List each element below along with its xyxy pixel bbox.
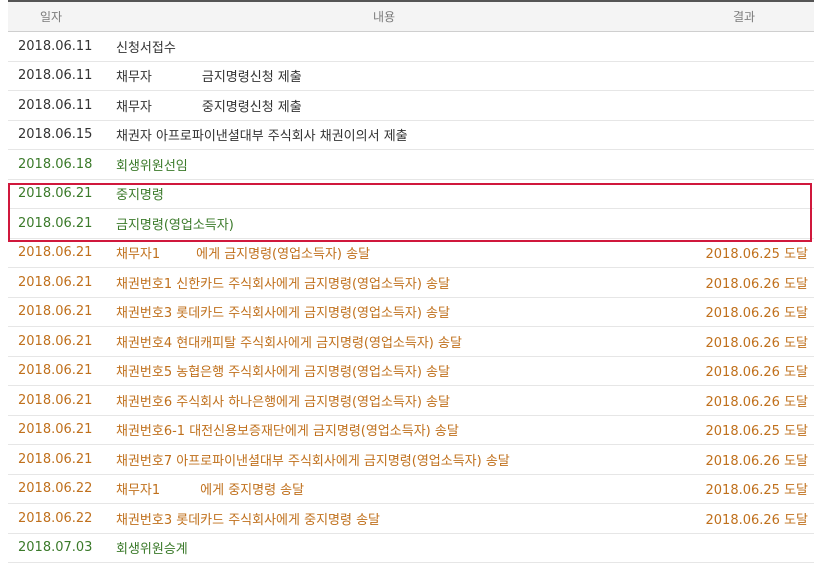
table-row-highlighted: 2018.06.21 중지명령 xyxy=(8,180,814,209)
table-header: 일자 내용 결과 xyxy=(8,0,814,32)
row-content-text: 채무자 xyxy=(116,99,152,115)
header-content: 내용 xyxy=(372,10,396,24)
row-date: 2018.06.11 xyxy=(18,97,93,113)
row-content: 채무자 중지명령신청 제출 xyxy=(116,96,674,115)
row-content-suffix: 에게 중지명령 송달 xyxy=(200,483,305,499)
row-content: 채무자1 에게 금지명령(영업소득자) 송달 xyxy=(116,243,674,262)
row-content: 채권번호5 농협은행 주식회사에게 금지명령(영업소득자) 송달 xyxy=(116,361,674,380)
row-date: 2018.06.21 xyxy=(18,186,93,202)
row-result: 2018.06.26 도달 xyxy=(705,306,809,322)
row-content-text: 회생위원승계 xyxy=(116,542,188,558)
row-date: 2018.06.18 xyxy=(18,156,93,172)
row-content-text: 채권번호6-1 대전신용보증재단에게 금지명령(영업소득자) 송달 xyxy=(116,424,459,440)
table-row: 2018.06.22 채무자1 에게 중지명령 송달 2018.06.25 도달 xyxy=(8,475,814,504)
table-row: 2018.07.03 회생위원승계 xyxy=(8,534,814,563)
row-content: 회생위원승계 xyxy=(116,538,674,557)
row-content-text: 채권번호4 현대캐피탈 주식회사에게 금지명령(영업소득자) 송달 xyxy=(116,335,462,351)
row-content-text: 중지명령 xyxy=(116,188,164,204)
row-content: 채권자 아프로파이낸셜대부 주식회사 채권이의서 제출 xyxy=(116,125,674,144)
table-row: 2018.06.11 채무자 중지명령신청 제출 xyxy=(8,91,814,121)
table-row: 2018.06.22 채권번호3 롯데카드 주식회사에게 중지명령 송달 201… xyxy=(8,504,814,534)
row-date: 2018.06.21 xyxy=(18,451,93,467)
row-date: 2018.06.21 xyxy=(18,333,93,349)
row-content: 채무자1 에게 중지명령 송달 xyxy=(116,479,674,498)
table-row: 2018.06.18 회생위원선임 xyxy=(8,150,814,180)
header-result: 결과 xyxy=(732,10,756,24)
table-row: 2018.06.15 채권자 아프로파이낸셜대부 주식회사 채권이의서 제출 xyxy=(8,121,814,150)
row-result: 2018.06.25 도달 xyxy=(705,247,809,263)
row-content: 채권번호7 아프로파이낸셜대부 주식회사에게 금지명령(영업소득자) 송달 xyxy=(116,450,674,469)
row-date: 2018.06.21 xyxy=(18,422,93,438)
row-content-text: 신청서접수 xyxy=(116,40,176,56)
row-content-suffix: 금지명령신청 제출 xyxy=(201,70,302,86)
header-date: 일자 xyxy=(39,10,63,24)
row-content-text: 채무자1 xyxy=(116,483,161,499)
row-date: 2018.06.21 xyxy=(18,215,93,231)
row-content-text: 회생위원선임 xyxy=(116,158,188,174)
row-content-text: 채권번호6 주식회사 하나은행에게 금지명령(영업소득자) 송달 xyxy=(116,394,450,410)
table-row: 2018.06.11 신청서접수 xyxy=(8,32,814,62)
table-row: 2018.06.21 채권번호3 롯데카드 주식회사에게 금지명령(영업소득자)… xyxy=(8,298,814,327)
row-content: 금지명령(영업소득자) xyxy=(116,214,674,233)
table-row-highlighted: 2018.06.21 금지명령(영업소득자) xyxy=(8,209,814,239)
row-result: 2018.06.26 도달 xyxy=(705,453,809,469)
row-content-suffix: 에게 금지명령(영업소득자) 송달 xyxy=(196,247,371,263)
row-content-text: 채권번호7 아프로파이낸셜대부 주식회사에게 금지명령(영업소득자) 송달 xyxy=(116,453,510,469)
row-content-text: 채무자1 xyxy=(116,247,161,263)
row-result: 2018.06.26 도달 xyxy=(705,512,809,528)
table-row: 2018.06.21 채권번호4 현대캐피탈 주식회사에게 금지명령(영업소득자… xyxy=(8,327,814,357)
row-content: 중지명령 xyxy=(116,184,674,203)
table-row: 2018.06.21 채권번호5 농협은행 주식회사에게 금지명령(영업소득자)… xyxy=(8,357,814,386)
row-content-text: 채권자 아프로파이낸셜대부 주식회사 채권이의서 제출 xyxy=(116,129,408,145)
row-date: 2018.06.21 xyxy=(18,363,93,379)
table-row: 2018.06.21 채권번호1 신한카드 주식회사에게 금지명령(영업소득자)… xyxy=(8,268,814,298)
row-content-text: 채권번호1 신한카드 주식회사에게 금지명령(영업소득자) 송달 xyxy=(116,276,450,292)
table-row: 2018.06.11 채무자 금지명령신청 제출 xyxy=(8,62,814,91)
table-row: 2018.06.21 채권번호6-1 대전신용보증재단에게 금지명령(영업소득자… xyxy=(8,416,814,445)
row-date: 2018.06.21 xyxy=(18,304,93,320)
row-date: 2018.06.22 xyxy=(18,481,93,497)
table-row: 2018.06.21 채무자1 에게 금지명령(영업소득자) 송달 2018.06… xyxy=(8,239,814,268)
row-content: 채권번호1 신한카드 주식회사에게 금지명령(영업소득자) 송달 xyxy=(116,273,674,292)
row-content-text: 채권번호3 롯데카드 주식회사에게 금지명령(영업소득자) 송달 xyxy=(116,306,450,322)
row-date: 2018.07.03 xyxy=(18,540,93,556)
row-result: 2018.06.25 도달 xyxy=(705,483,809,499)
row-content: 회생위원선임 xyxy=(116,155,674,174)
case-progress-table: 일자 내용 결과 2018.06.11 신청서접수 2018.06.11 채무자… xyxy=(8,0,814,563)
row-result: 2018.06.26 도달 xyxy=(705,365,809,381)
row-content: 채권번호4 현대캐피탈 주식회사에게 금지명령(영업소득자) 송달 xyxy=(116,332,674,351)
row-content: 채무자 금지명령신청 제출 xyxy=(116,66,674,85)
row-content-text: 채무자 xyxy=(116,70,152,86)
table-row: 2018.06.21 채권번호7 아프로파이낸셜대부 주식회사에게 금지명령(영… xyxy=(8,445,814,475)
row-content-text: 금지명령(영업소득자) xyxy=(116,217,234,233)
row-result: 2018.06.26 도달 xyxy=(705,335,809,351)
row-content: 채권번호6 주식회사 하나은행에게 금지명령(영업소득자) 송달 xyxy=(116,391,674,410)
row-content: 채권번호3 롯데카드 주식회사에게 중지명령 송달 xyxy=(116,509,674,528)
row-result: 2018.06.26 도달 xyxy=(705,394,809,410)
row-content: 채권번호6-1 대전신용보증재단에게 금지명령(영업소득자) 송달 xyxy=(116,420,674,439)
row-date: 2018.06.21 xyxy=(18,392,93,408)
row-date: 2018.06.21 xyxy=(18,274,93,290)
row-date: 2018.06.11 xyxy=(18,68,93,84)
row-result: 2018.06.25 도달 xyxy=(705,424,809,440)
row-date: 2018.06.15 xyxy=(18,127,93,143)
row-content-text: 채권번호5 농협은행 주식회사에게 금지명령(영업소득자) 송달 xyxy=(116,365,450,381)
row-result: 2018.06.26 도달 xyxy=(705,276,809,292)
row-date: 2018.06.11 xyxy=(18,38,93,54)
row-content-text: 채권번호3 롯데카드 주식회사에게 중지명령 송달 xyxy=(116,512,381,528)
row-date: 2018.06.22 xyxy=(18,510,93,526)
row-date: 2018.06.21 xyxy=(18,245,93,261)
table-row: 2018.06.21 채권번호6 주식회사 하나은행에게 금지명령(영업소득자)… xyxy=(8,386,814,416)
row-content: 신청서접수 xyxy=(116,37,674,56)
row-content: 채권번호3 롯데카드 주식회사에게 금지명령(영업소득자) 송달 xyxy=(116,302,674,321)
row-content-suffix: 중지명령신청 제출 xyxy=(201,99,302,115)
